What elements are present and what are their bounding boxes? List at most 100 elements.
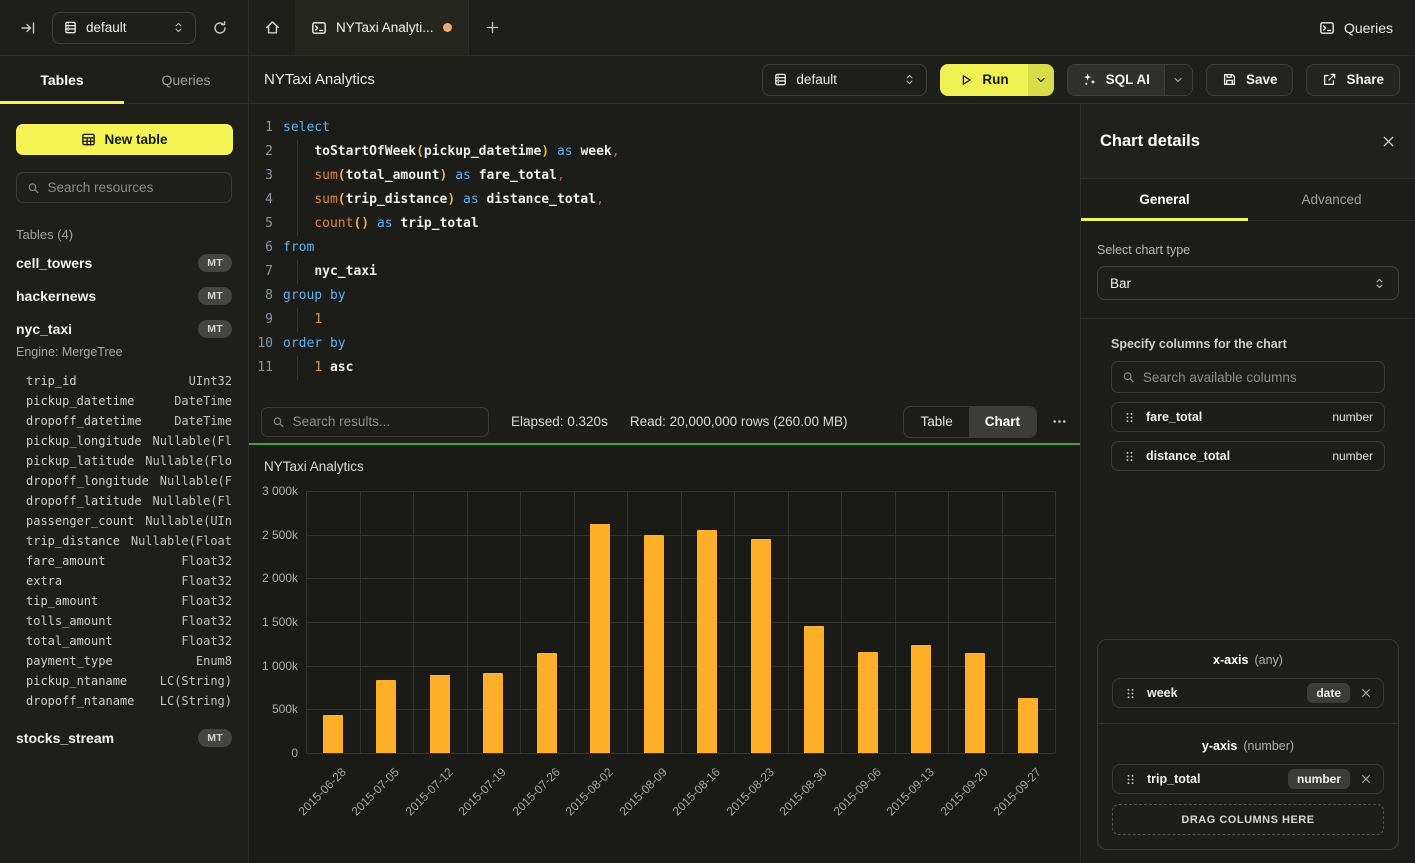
collapse-sidebar-button[interactable] bbox=[14, 14, 42, 42]
remove-chip-button[interactable] bbox=[1360, 687, 1372, 699]
bar-2015-07-05[interactable] bbox=[376, 680, 396, 753]
gridline-x bbox=[788, 491, 789, 753]
bar-2015-07-19[interactable] bbox=[483, 673, 503, 753]
drag-handle-icon[interactable] bbox=[1124, 687, 1137, 700]
x-axis-chip-week[interactable]: week date bbox=[1112, 678, 1384, 708]
available-column-fare-total[interactable]: fare_total number bbox=[1111, 402, 1385, 432]
remove-chip-button[interactable] bbox=[1360, 773, 1372, 785]
refresh-button[interactable] bbox=[206, 14, 234, 42]
results-more-button[interactable] bbox=[1051, 413, 1068, 430]
chart-type-label: Select chart type bbox=[1097, 243, 1399, 257]
bar-2015-09-20[interactable] bbox=[965, 653, 985, 753]
new-table-button[interactable]: New table bbox=[16, 124, 233, 155]
run-button[interactable]: Run bbox=[940, 64, 1027, 96]
drag-handle-icon[interactable] bbox=[1123, 411, 1136, 424]
column-type: Nullable(Fl bbox=[153, 494, 232, 508]
run-options-button[interactable] bbox=[1028, 64, 1054, 96]
y-axis-chip-trip-total[interactable]: trip_total number bbox=[1112, 764, 1384, 794]
new-tab-button[interactable] bbox=[469, 0, 517, 55]
available-column-distance-total[interactable]: distance_total number bbox=[1111, 441, 1385, 471]
column-type: Float32 bbox=[181, 554, 232, 568]
table-list: cell_towersMThackernewsMTnyc_taxiMTEngin… bbox=[0, 246, 248, 754]
results-search-input[interactable] bbox=[293, 414, 478, 429]
column-name: tip_amount bbox=[26, 594, 98, 608]
table-name: stocks_stream bbox=[16, 730, 114, 746]
column-name: total_amount bbox=[26, 634, 113, 648]
share-button[interactable]: Share bbox=[1306, 64, 1400, 96]
chart-type-select[interactable]: Bar bbox=[1097, 266, 1399, 300]
engine-badge: MT bbox=[198, 320, 232, 338]
view-toggle-chart[interactable]: Chart bbox=[969, 407, 1036, 437]
y-axis-name: y-axis bbox=[1202, 739, 1237, 753]
sidebar-tab-tables[interactable]: Tables bbox=[0, 56, 124, 103]
bar-2015-09-27[interactable] bbox=[1018, 698, 1038, 753]
gridline-x bbox=[360, 491, 361, 753]
x-tick-label: 2015-07-12 bbox=[402, 765, 455, 818]
column-type: Enum8 bbox=[196, 654, 232, 668]
gridline-x bbox=[467, 491, 468, 753]
editor-line-6: 6from bbox=[249, 236, 1080, 260]
unsaved-changes-dot bbox=[443, 23, 452, 32]
chart-details-header: Chart details bbox=[1081, 104, 1415, 179]
save-button[interactable]: Save bbox=[1206, 64, 1294, 96]
drag-handle-icon[interactable] bbox=[1124, 773, 1137, 786]
table-item-nyc_taxi[interactable]: nyc_taxiMT bbox=[0, 312, 248, 345]
columns-search-input[interactable] bbox=[1143, 370, 1374, 385]
column-item-tip_amount: tip_amountFloat32 bbox=[0, 591, 248, 611]
bar-2015-08-09[interactable] bbox=[644, 535, 664, 753]
run-database-selector[interactable]: default bbox=[762, 64, 927, 96]
home-button[interactable] bbox=[249, 0, 295, 55]
tab-advanced[interactable]: Advanced bbox=[1248, 179, 1415, 220]
bar-2015-08-02[interactable] bbox=[590, 524, 610, 753]
bar-2015-08-16[interactable] bbox=[697, 530, 717, 753]
sidebar-tab-queries[interactable]: Queries bbox=[124, 56, 248, 103]
drag-handle-icon[interactable] bbox=[1123, 450, 1136, 463]
editor-tab-nytaxi[interactable]: NYTaxi Analyti... bbox=[295, 0, 469, 55]
search-icon bbox=[27, 181, 40, 195]
table-item-cell_towers[interactable]: cell_towersMT bbox=[0, 246, 248, 279]
column-name: passenger_count bbox=[26, 514, 134, 528]
x-tick-label: 2015-08-09 bbox=[616, 765, 669, 818]
column-item-total_amount: total_amountFloat32 bbox=[0, 631, 248, 651]
sql-ai-button[interactable]: SQL AI bbox=[1068, 65, 1164, 95]
bar-2015-08-30[interactable] bbox=[804, 626, 824, 753]
code-text: 1 bbox=[283, 308, 322, 332]
x-tick-label: 2015-09-06 bbox=[830, 765, 883, 818]
column-name: tolls_amount bbox=[26, 614, 113, 628]
column-type: DateTime bbox=[174, 394, 232, 408]
gridline-x bbox=[306, 491, 307, 753]
sql-ai-options-button[interactable] bbox=[1164, 65, 1192, 95]
column-name: pickup_ntaname bbox=[26, 674, 127, 688]
columns-group: Specify columns for the chart fare_total… bbox=[1097, 337, 1399, 471]
gridline-x bbox=[948, 491, 949, 753]
table-item-hackernews[interactable]: hackernewsMT bbox=[0, 279, 248, 312]
bar-2015-07-26[interactable] bbox=[537, 653, 557, 753]
column-name: distance_total bbox=[1146, 449, 1230, 463]
sql-editor[interactable]: 1select2 toStartOfWeek(pickup_datetime) … bbox=[249, 104, 1080, 400]
columns-label: Specify columns for the chart bbox=[1111, 337, 1385, 351]
column-item-dropoff_datetime: dropoff_datetimeDateTime bbox=[0, 411, 248, 431]
code-text: group by bbox=[283, 284, 346, 308]
bar-2015-09-13[interactable] bbox=[911, 645, 931, 753]
table-item-stocks_stream[interactable]: stocks_streamMT bbox=[0, 721, 248, 754]
share-button-label: Share bbox=[1346, 72, 1384, 87]
bar-2015-09-06[interactable] bbox=[858, 652, 878, 753]
tab-general[interactable]: General bbox=[1081, 179, 1248, 220]
view-toggle-table[interactable]: Table bbox=[904, 407, 968, 437]
column-type: Nullable(F bbox=[160, 474, 232, 488]
line-number: 4 bbox=[249, 188, 283, 212]
query-title: NYTaxi Analytics bbox=[264, 71, 375, 88]
drag-columns-drop-zone[interactable]: DRAG COLUMNS HERE bbox=[1112, 804, 1384, 835]
gridline-x bbox=[734, 491, 735, 753]
database-selector[interactable]: default bbox=[52, 12, 196, 44]
bar-2015-08-23[interactable] bbox=[751, 539, 771, 753]
bar-2015-07-12[interactable] bbox=[430, 675, 450, 753]
resource-search-input[interactable] bbox=[48, 180, 221, 195]
y-tick-label: 1 000k bbox=[252, 659, 298, 673]
close-panel-button[interactable] bbox=[1381, 134, 1396, 149]
queries-button[interactable]: Queries bbox=[1319, 20, 1393, 36]
chevron-down-icon bbox=[1172, 74, 1184, 86]
view-toggle: Table Chart bbox=[903, 406, 1037, 438]
bar-2015-06-28[interactable] bbox=[323, 715, 343, 753]
column-name: payment_type bbox=[26, 654, 113, 668]
